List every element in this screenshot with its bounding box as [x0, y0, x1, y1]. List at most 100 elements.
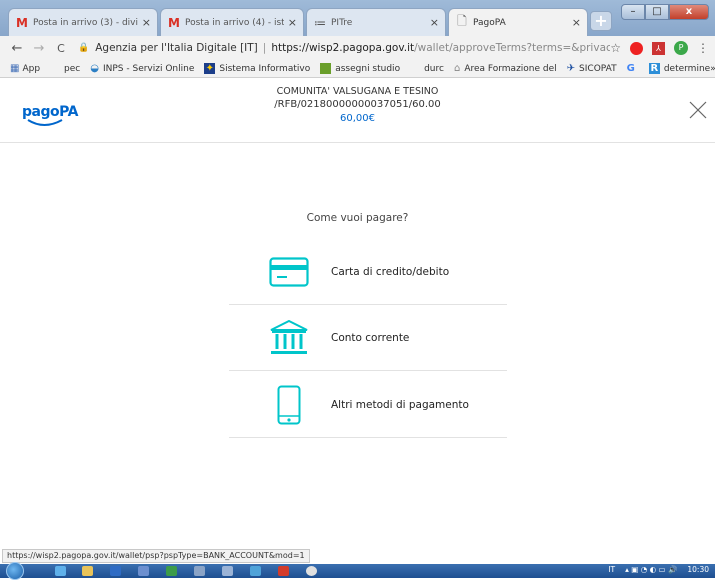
- sicopat-icon: ✈: [566, 63, 576, 74]
- ie-icon[interactable]: [55, 566, 66, 576]
- maximize-button[interactable]: □: [645, 4, 669, 20]
- app-icon[interactable]: [194, 566, 205, 576]
- gmail-icon: M: [168, 15, 180, 30]
- folder-icon[interactable]: [82, 566, 93, 576]
- bookmark-label: Area Formazione del: [464, 63, 557, 74]
- document-icon: 🗋: [457, 14, 467, 28]
- area-formazione-icon: ⌂: [453, 63, 461, 74]
- method-label: Carta di credito/debito: [331, 266, 450, 278]
- close-icon[interactable]: [689, 101, 707, 119]
- bookmark-label: assegni studio: [335, 63, 401, 74]
- method-label: Altri metodi di pagamento: [331, 399, 469, 411]
- chrome-icon[interactable]: [306, 566, 317, 576]
- bookmark-area-formazione[interactable]: ⌂ Area Formazione del: [454, 63, 557, 74]
- language-indicator[interactable]: IT: [608, 565, 615, 574]
- tab-posta-2[interactable]: M Posta in arrivo (4) - istruzio ×: [160, 8, 304, 36]
- bookmarks-more-icon[interactable]: »: [710, 64, 715, 74]
- tab-pagopa[interactable]: 🗋 PagoPA ×: [448, 8, 588, 36]
- method-divider: [229, 370, 507, 371]
- payment-summary: COMUNITA' VALSUGANA E TESINO /RFB/021800…: [240, 85, 475, 126]
- close-icon[interactable]: ×: [572, 16, 581, 29]
- bookmark-google[interactable]: G: [627, 63, 639, 74]
- bookmark-durc[interactable]: durc: [424, 64, 444, 74]
- creditor-name: COMUNITA' VALSUGANA E TESINO: [276, 86, 439, 97]
- excel-icon[interactable]: [166, 566, 177, 576]
- window-close-button[interactable]: x: [669, 4, 709, 20]
- tray-icons[interactable]: ▴ ▣ ◔ ◐ ▭ 🔊: [625, 565, 677, 574]
- menu-icon[interactable]: ⋮: [697, 41, 709, 55]
- bookmark-label: INPS - Servizi Online: [102, 63, 195, 74]
- windows-taskbar: IT ▴ ▣ ◔ ◐ ▭ 🔊 10:30: [0, 562, 715, 580]
- bank-icon: [269, 318, 309, 358]
- bookmark-label: SICOPAT: [579, 63, 617, 74]
- method-other[interactable]: Altri metodi di pagamento: [229, 372, 507, 438]
- tab-title: PagoPA: [473, 17, 506, 28]
- forward-icon[interactable]: →: [28, 41, 50, 56]
- apps-grid-icon: ▦: [10, 63, 20, 74]
- address-bar[interactable]: 🔒 Agenzia per l'Italia Digitale [IT] | h…: [72, 42, 610, 54]
- bookmark-pec[interactable]: pec: [64, 64, 80, 74]
- smartphone-icon: [269, 385, 309, 425]
- minimize-button[interactable]: –: [621, 4, 645, 20]
- bookmarks-bar: ▦ App pec ◒ INPS - Servizi Online ✦ Sist…: [0, 60, 715, 78]
- pagopa-logo: pagoPA: [22, 101, 82, 131]
- word-icon[interactable]: [110, 566, 121, 576]
- extension-icon[interactable]: [630, 41, 643, 55]
- bookmark-label: durc: [424, 63, 444, 74]
- bookmark-determine[interactable]: R determine: [648, 63, 711, 74]
- browser-toolbar: ← → C 🔒 Agenzia per l'Italia Digitale [I…: [0, 36, 715, 60]
- app-icon[interactable]: [222, 566, 233, 576]
- tab-posta-1[interactable]: M Posta in arrivo (3) - divinal ×: [8, 8, 158, 36]
- window-controls: – □ x: [621, 4, 709, 20]
- payment-question: Come vuoi pagare?: [306, 212, 409, 224]
- payment-amount: 60,00€: [340, 113, 375, 124]
- start-button-icon[interactable]: [6, 562, 24, 580]
- bookmark-inps[interactable]: ◒ INPS - Servizi Online: [90, 63, 194, 74]
- tab-strip: M Posta in arrivo (3) - divinal × M Post…: [0, 0, 715, 36]
- pdf-extension-icon[interactable]: ⅄: [652, 41, 665, 55]
- gmail-icon: M: [16, 15, 28, 30]
- bookmark-label: determine: [663, 63, 711, 74]
- close-icon[interactable]: ×: [288, 16, 297, 29]
- determine-icon: R: [648, 63, 660, 74]
- sistema-icon: ✦: [204, 63, 216, 74]
- close-icon[interactable]: ×: [430, 16, 439, 29]
- system-tray: IT ▴ ▣ ◔ ◐ ▭ 🔊 10:30: [608, 565, 709, 574]
- clock[interactable]: 10:30: [687, 565, 709, 574]
- method-label: Conto corrente: [331, 332, 410, 344]
- address-separator: |: [262, 42, 267, 54]
- status-url: https://wisp2.pagopa.gov.it/wallet/psp?p…: [2, 549, 310, 563]
- filezilla-icon[interactable]: [278, 566, 289, 576]
- app-icon[interactable]: [250, 566, 261, 576]
- lock-icon: 🔒: [78, 43, 90, 53]
- logo-swoosh-icon: [27, 119, 63, 126]
- pitre-icon: ≔: [314, 15, 326, 30]
- new-tab-button[interactable]: +: [590, 11, 612, 31]
- inps-icon: ◒: [90, 63, 99, 74]
- back-icon[interactable]: ←: [6, 41, 28, 56]
- method-divider: [229, 437, 507, 438]
- method-bank-account[interactable]: Conto corrente: [229, 305, 507, 371]
- bookmark-assegni[interactable]: assegni studio: [320, 63, 400, 74]
- google-icon: G: [626, 63, 635, 74]
- close-icon[interactable]: ×: [142, 16, 151, 29]
- bookmark-app[interactable]: ▦ App: [10, 63, 40, 74]
- bookmark-label: pec: [64, 63, 81, 74]
- star-icon[interactable]: ☆: [610, 41, 621, 55]
- url-path: /wallet/approveTerms?terms=&privacy=: [414, 42, 611, 54]
- profile-avatar-icon[interactable]: P: [674, 41, 688, 55]
- tab-title: PITre: [331, 17, 353, 28]
- credit-card-icon: [269, 252, 309, 292]
- bookmark-sistema[interactable]: ✦ Sistema Informativo: [204, 63, 310, 74]
- site-identity: Agenzia per l'Italia Digitale [IT]: [95, 42, 258, 54]
- app-icon[interactable]: [138, 566, 149, 576]
- tab-pitre[interactable]: ≔ PITre ×: [306, 8, 446, 36]
- reload-icon[interactable]: C: [50, 42, 72, 55]
- url-host: https://wisp2.pagopa.gov.it: [271, 42, 415, 54]
- toolbar-icons: ☆ ⅄ P ⋮: [610, 41, 715, 55]
- method-credit-card[interactable]: Carta di credito/debito: [229, 239, 507, 305]
- tab-title: Posta in arrivo (3) - divinal: [33, 17, 138, 28]
- bookmark-label: App: [22, 63, 41, 74]
- notice-code: /RFB/02180000000037051/60.00: [274, 99, 441, 110]
- bookmark-sicopat[interactable]: ✈ SICOPAT: [567, 63, 617, 74]
